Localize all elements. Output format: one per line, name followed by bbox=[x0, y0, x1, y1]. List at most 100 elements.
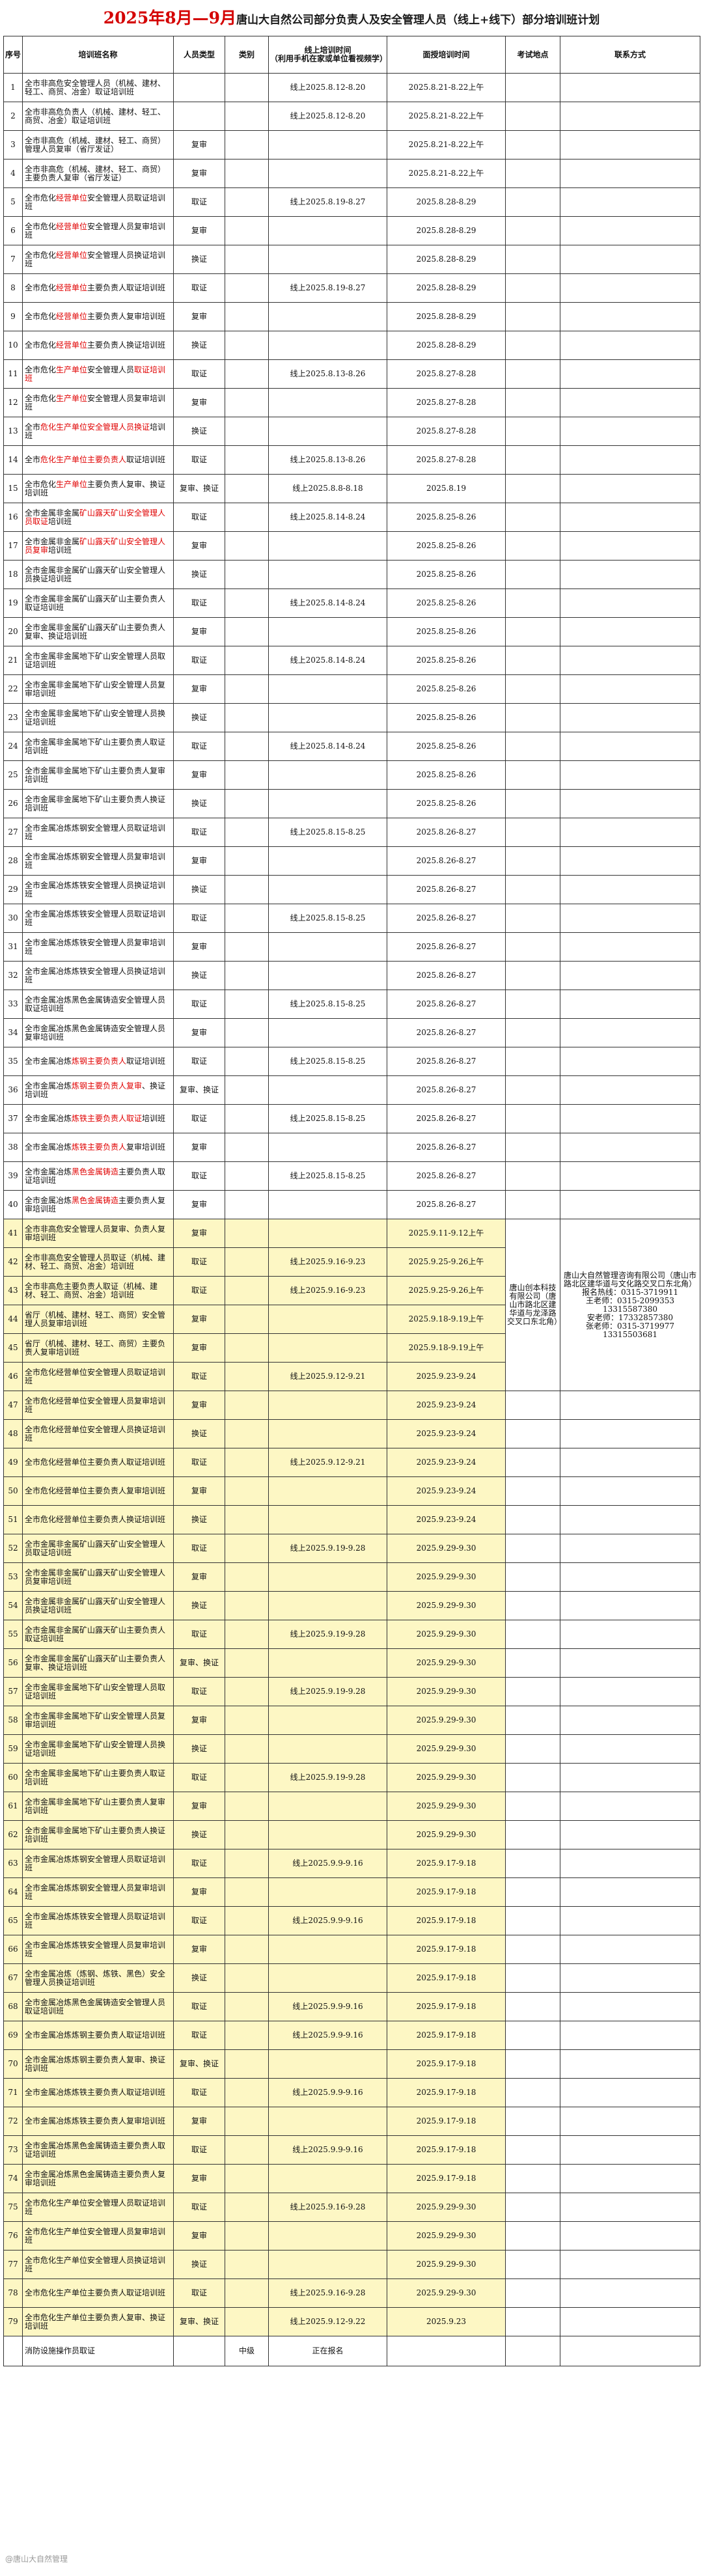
course-name-part: 生产单位 bbox=[56, 365, 88, 374]
row-no: 77 bbox=[3, 2250, 23, 2279]
row-offline-time: 2025.8.25-8.26 bbox=[387, 646, 506, 675]
course-name-part: 全市非高危安全管理人员复审、负责人复审培训班 bbox=[25, 1224, 166, 1242]
course-name-part: 全市金属冶炼炼铁安全管理人员换证培训班 bbox=[25, 966, 166, 984]
row-category bbox=[225, 417, 269, 446]
row-no: 74 bbox=[3, 2164, 23, 2193]
row-offline-time: 2025.8.25-8.26 bbox=[387, 674, 506, 704]
row-course-name: 全市金属非金属矿山露天矿山安全管理人员换证培训班 bbox=[22, 560, 174, 589]
row-contact bbox=[560, 1792, 700, 1821]
row-no: 13 bbox=[3, 417, 23, 446]
row-person-type: 取证 bbox=[173, 1992, 225, 2021]
row-online-time bbox=[268, 846, 387, 876]
row-course-name: 全市金属冶炼炼钢主要负责人复审、换证培训班 bbox=[22, 1075, 174, 1105]
row-contact bbox=[560, 2250, 700, 2279]
row-person-type: 换证 bbox=[173, 1734, 225, 1764]
row-person-type: 取证 bbox=[173, 1104, 225, 1133]
row-no: 49 bbox=[3, 1448, 23, 1477]
course-name-part: 取证培训班 bbox=[126, 1057, 166, 1066]
row-no: 23 bbox=[3, 703, 23, 732]
row-person-type: 取证 bbox=[173, 2135, 225, 2165]
row-category bbox=[225, 1419, 269, 1448]
row-online-time: 线上2025.9.12-9.21 bbox=[268, 1362, 387, 1391]
row-online-time bbox=[268, 245, 387, 274]
row-online-time bbox=[268, 388, 387, 417]
course-name-part: 全市金属非金属地下矿山安全管理人员复审培训班 bbox=[25, 1711, 166, 1729]
row-category bbox=[225, 503, 269, 532]
row-person-type bbox=[173, 73, 225, 102]
row-offline-time: 2025.8.28-8.29 bbox=[387, 245, 506, 274]
row-no: 22 bbox=[3, 674, 23, 704]
row-category bbox=[225, 560, 269, 589]
row-no: 14 bbox=[3, 445, 23, 475]
row-person-type: 复审 bbox=[173, 1133, 225, 1162]
row-person-type: 换证 bbox=[173, 1820, 225, 1849]
row-online-time bbox=[268, 1820, 387, 1849]
row-course-name: 全市金属非金属矿山露天矿山主要负责人复审、换证培训班 bbox=[22, 1648, 174, 1678]
row-person-type bbox=[173, 102, 225, 131]
table-row: 65 全市金属冶炼炼铁安全管理人员取证培训班 取证 线上2025.9.9-9.16 20… bbox=[3, 1906, 700, 1935]
course-name-part: 全市金属非金属 bbox=[25, 536, 80, 546]
row-category bbox=[225, 1391, 269, 1420]
course-name-part: 全市金属非金属地下矿山主要负责人复审培训班 bbox=[25, 1797, 166, 1815]
row-online-time: 线上2025.8.14-8.24 bbox=[268, 589, 387, 618]
row-offline-time: 2025.8.26-8.27 bbox=[387, 932, 506, 962]
row-online-time: 线上2025.9.12-9.21 bbox=[268, 1448, 387, 1477]
table-row: 24 全市金属非金属地下矿山主要负责人取证培训班 取证 线上2025.8.14-8.2… bbox=[3, 732, 700, 761]
row-offline-time: 2025.9.17-9.18 bbox=[387, 1849, 506, 1878]
row-person-type: 复审、换证 bbox=[173, 474, 225, 503]
table-row: 57 全市金属非金属地下矿山安全管理人员取证培训班 取证 线上2025.9.19-9.… bbox=[3, 1677, 700, 1706]
row-online-time: 线上2025.8.19-8.27 bbox=[268, 273, 387, 303]
row-person-type: 复审 bbox=[173, 1305, 225, 1334]
row-online-time bbox=[268, 159, 387, 188]
row-category bbox=[225, 1877, 269, 1907]
row-category bbox=[225, 1906, 269, 1935]
row-online-time bbox=[268, 674, 387, 704]
row-offline-time: 2025.9.29-9.30 bbox=[387, 2278, 506, 2308]
row-online-time bbox=[268, 1333, 387, 1363]
row-offline-time: 2025.9.17-9.18 bbox=[387, 1935, 506, 1964]
row-no: 62 bbox=[3, 1820, 23, 1849]
row-person-type: 取证 bbox=[173, 2278, 225, 2308]
row-online-time: 线上2025.9.16-9.23 bbox=[268, 1276, 387, 1305]
footer-type: 中级 bbox=[225, 2336, 269, 2366]
row-course-name: 全市金属冶炼炼铁安全管理人员取证培训班 bbox=[22, 904, 174, 933]
contact-line: 安老师：17332857380 bbox=[587, 1312, 673, 1322]
row-person-type: 取证 bbox=[173, 1247, 225, 1277]
row-person-type: 复审 bbox=[173, 1877, 225, 1907]
row-offline-time: 2025.9.29-9.30 bbox=[387, 1648, 506, 1678]
row-offline-time: 2025.9.29-9.30 bbox=[387, 1534, 506, 1563]
course-name-part: 全市危化 bbox=[25, 250, 57, 260]
row-exam-location bbox=[505, 904, 560, 933]
row-exam-location bbox=[505, 961, 560, 990]
table-row-footer: 消防设施操作员取证 中级 正在报名 bbox=[3, 2336, 700, 2366]
row-exam-location bbox=[505, 1047, 560, 1076]
row-course-name: 全市非高危安全管理人员取证（机械、建材、轻工、商贸、冶金）培训班 bbox=[22, 1247, 174, 1277]
row-category bbox=[225, 187, 269, 217]
table-row: 4 全市非高危（机械、建材、轻工、商贸）主要负责人复审（省厅发证） 复审 2025.8… bbox=[3, 159, 700, 188]
row-online-time bbox=[268, 1935, 387, 1964]
row-course-name: 全市金属冶炼黑色金属铸造安全管理人员复审培训班 bbox=[22, 1018, 174, 1047]
row-person-type: 取证 bbox=[173, 1849, 225, 1878]
row-contact bbox=[560, 2107, 700, 2136]
row-exam-location bbox=[505, 531, 560, 561]
row-contact bbox=[560, 2193, 700, 2222]
row-category bbox=[225, 1448, 269, 1477]
course-name-part: 全市危化生产单位安全管理人员换证培训班 bbox=[25, 2255, 166, 2273]
row-offline-time: 2025.9.29-9.30 bbox=[387, 2250, 506, 2279]
header-online-l2: （利用手机在家或单位看视频学） bbox=[270, 54, 387, 63]
row-offline-time: 2025.9.29-9.30 bbox=[387, 1620, 506, 1649]
table-row: 60 全市金属非金属地下矿山主要负责人取证培训班 取证 线上2025.9.19-9.2… bbox=[3, 1763, 700, 1792]
course-name-part: 全市金属冶炼炼铁安全管理人员取证培训班 bbox=[25, 1911, 166, 1930]
row-exam-location bbox=[505, 445, 560, 475]
row-offline-time: 2025.8.19 bbox=[387, 474, 506, 503]
row-category bbox=[225, 1190, 269, 1219]
course-name-part: 生产单位 bbox=[56, 393, 88, 403]
table-row: 75 全市危化生产单位安全管理人员取证培训班 取证 线上2025.9.16-9.28 2… bbox=[3, 2193, 700, 2222]
row-contact bbox=[560, 359, 700, 389]
table-row: 59 全市金属非金属地下矿山安全管理人员换证培训班 换证 2025.9.29-9.30 bbox=[3, 1734, 700, 1764]
row-exam-location bbox=[505, 1562, 560, 1592]
course-name-part: 全市金属冶炼炼钢安全管理人员取证培训班 bbox=[25, 1854, 166, 1872]
row-no: 26 bbox=[3, 789, 23, 818]
row-offline-time: 2025.8.28-8.29 bbox=[387, 216, 506, 245]
table-row: 3 全市非高危（机械、建材、轻工、商贸）管理人员复审（省厅发证） 复审 2025.8.… bbox=[3, 130, 700, 159]
